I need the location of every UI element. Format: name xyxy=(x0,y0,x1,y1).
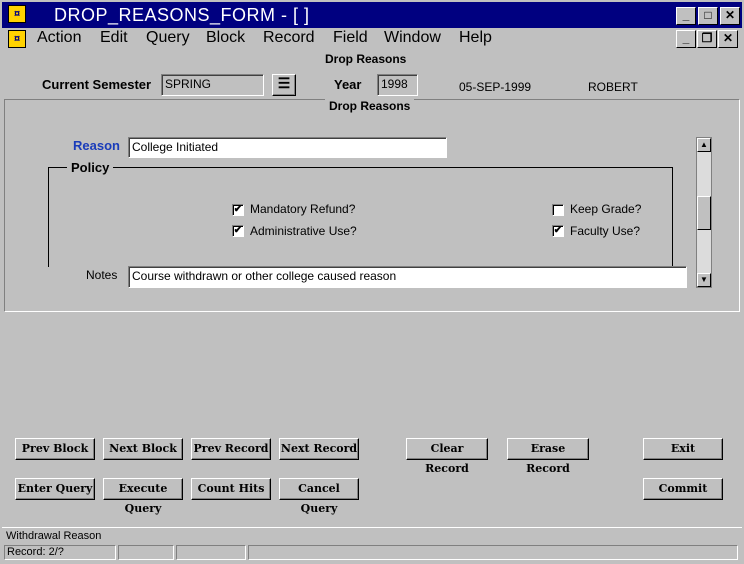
menu-bar: ¤ Action Edit Query Block Record Field W… xyxy=(0,28,744,50)
status-cell-3 xyxy=(176,545,246,560)
scroll-down-icon[interactable]: ▼ xyxy=(697,273,711,287)
doc-close-icon[interactable]: ✕ xyxy=(718,30,738,48)
mandatory-refund-checkbox[interactable]: ✔ xyxy=(232,204,244,216)
policy-label: Policy xyxy=(67,160,114,175)
administrative-use-label: Administrative Use? xyxy=(250,224,357,238)
faculty-use-label: Faculty Use? xyxy=(570,224,641,238)
close-icon[interactable]: ✕ xyxy=(720,7,740,25)
check-icon: ✔ xyxy=(233,204,243,215)
commit-button[interactable]: Commit xyxy=(643,478,723,500)
menu-action[interactable]: Action xyxy=(37,29,81,47)
menu-help[interactable]: Help xyxy=(459,29,492,47)
menu-window[interactable]: Window xyxy=(384,29,441,47)
title-bar[interactable]: ¤ DROP_REASONS_FORM - [ ] _ □ ✕ xyxy=(0,0,744,28)
status-cell-2 xyxy=(118,545,174,560)
menu-edit[interactable]: Edit xyxy=(100,29,128,47)
erase-record-button[interactable]: Erase Record xyxy=(507,438,589,475)
current-user: ROBERT xyxy=(588,80,638,94)
maximize-icon[interactable]: □ xyxy=(698,7,718,25)
check-icon: ✔ xyxy=(233,225,243,236)
minimize-icon[interactable]: _ xyxy=(676,7,696,25)
block-title: Drop Reasons xyxy=(325,99,415,113)
next-record-button[interactable]: Next Record xyxy=(279,438,359,460)
reason-field[interactable]: College Initiated xyxy=(128,137,447,158)
policy-frame xyxy=(48,167,673,267)
list-of-values-icon[interactable]: ☰ xyxy=(272,74,296,96)
check-icon: ✔ xyxy=(553,225,563,236)
menu-query[interactable]: Query xyxy=(146,29,190,47)
prev-block-button[interactable]: Prev Block xyxy=(15,438,95,460)
clear-record-button[interactable]: Clear Record xyxy=(406,438,488,475)
semester-field[interactable]: SPRING xyxy=(161,74,264,96)
doc-minimize-icon[interactable]: _ xyxy=(676,30,696,48)
scroll-up-icon[interactable]: ▲ xyxy=(697,138,711,152)
year-field[interactable]: 1998 xyxy=(377,74,418,96)
cancel-query-button[interactable]: Cancel Query xyxy=(279,478,359,515)
record-indicator: Record: 2/? xyxy=(4,545,116,560)
count-hits-button[interactable]: Count Hits xyxy=(191,478,271,500)
menu-block[interactable]: Block xyxy=(206,29,245,47)
menu-record[interactable]: Record xyxy=(263,29,315,47)
status-cell-4 xyxy=(248,545,738,560)
document-icon[interactable]: ¤ xyxy=(8,30,26,48)
window-title: DROP_REASONS_FORM - [ ] xyxy=(54,5,310,25)
keep-grade-checkbox[interactable] xyxy=(552,204,564,216)
current-date: 05-SEP-1999 xyxy=(459,80,532,94)
notes-label: Notes xyxy=(86,268,118,282)
reason-label: Reason xyxy=(73,138,120,153)
administrative-use-checkbox[interactable]: ✔ xyxy=(232,225,244,237)
doc-restore-icon[interactable]: ❐ xyxy=(697,30,717,48)
form-title: Drop Reasons xyxy=(325,52,407,66)
semester-label: Current Semester xyxy=(42,77,152,92)
enter-query-button[interactable]: Enter Query xyxy=(15,478,95,500)
record-scrollbar[interactable]: ▲ ▼ xyxy=(696,137,712,288)
year-label: Year xyxy=(334,77,362,92)
keep-grade-label: Keep Grade? xyxy=(570,202,642,216)
status-message: Withdrawal Reason xyxy=(6,530,102,542)
execute-query-button[interactable]: Execute Query xyxy=(103,478,183,515)
app-icon[interactable]: ¤ xyxy=(8,5,26,23)
exit-button[interactable]: Exit xyxy=(643,438,723,460)
faculty-use-checkbox[interactable]: ✔ xyxy=(552,225,564,237)
status-bar: Withdrawal Reason Record: 2/? xyxy=(2,527,742,562)
scroll-thumb[interactable] xyxy=(697,196,711,230)
menu-field[interactable]: Field xyxy=(333,29,368,47)
mandatory-refund-label: Mandatory Refund? xyxy=(250,202,356,216)
prev-record-button[interactable]: Prev Record xyxy=(191,438,271,460)
notes-field[interactable]: Course withdrawn or other college caused… xyxy=(128,266,687,288)
next-block-button[interactable]: Next Block xyxy=(103,438,183,460)
